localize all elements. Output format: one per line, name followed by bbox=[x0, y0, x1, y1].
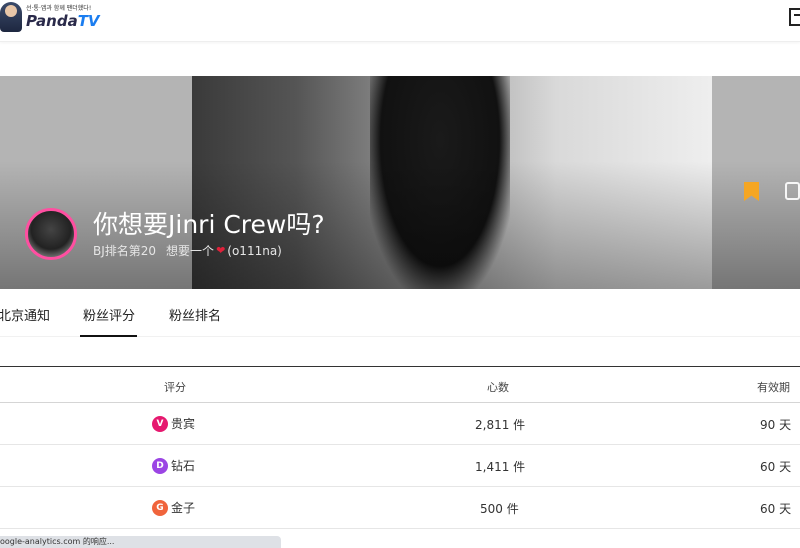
nickname-prefix: 想要一个 bbox=[166, 244, 215, 258]
top-header: 선·통·앱과 함께 팬더했다! PandaTV bbox=[0, 0, 800, 42]
tab-notice[interactable]: 北京通知 bbox=[0, 305, 50, 324]
hearts-cell: 500 件 bbox=[480, 502, 519, 516]
validity-cell: 60 天 bbox=[760, 460, 792, 474]
table-row: G 金子 500 件 60 天 bbox=[0, 487, 800, 529]
table-header: 评分 心数 有效期 bbox=[0, 366, 800, 403]
tab-fan-ranking[interactable]: 粉丝排名 bbox=[169, 305, 221, 324]
validity-cell: 60 天 bbox=[760, 502, 792, 516]
fan-grade-table: 评分 心数 有效期 V 贵宾 2,811 件 90 天 D 钻石 1,411 件… bbox=[0, 366, 800, 529]
vip-badge-icon: V bbox=[152, 415, 168, 432]
logo-brand-panda: Panda bbox=[26, 12, 78, 30]
grade-label: 金子 bbox=[171, 501, 196, 515]
hearts-cell: 2,811 件 bbox=[475, 418, 526, 432]
logo-mascot-icon bbox=[0, 2, 22, 32]
table-row: V 贵宾 2,811 件 90 天 bbox=[0, 403, 800, 445]
user-id: (o111na) bbox=[227, 243, 282, 258]
gold-badge-icon: G bbox=[152, 499, 168, 516]
table-row: D 钻石 1,411 件 60 天 bbox=[0, 445, 800, 487]
hearts-cell: 1,411 件 bbox=[475, 460, 526, 474]
tab-bar: 北京通知 粉丝评分 粉丝排名 bbox=[0, 289, 800, 337]
bj-rank: BJ排名第20 bbox=[93, 244, 157, 258]
grade-cell: G 金子 bbox=[152, 499, 195, 516]
logo-brand-tv: TV bbox=[77, 12, 100, 30]
share-icon[interactable] bbox=[785, 182, 800, 200]
pandatv-logo[interactable]: 선·통·앱과 함께 팬더했다! PandaTV bbox=[0, 2, 100, 32]
header-grade: 评分 bbox=[164, 381, 186, 394]
logo-text: 선·통·앱과 함께 팬더했다! PandaTV bbox=[26, 4, 100, 30]
diamond-badge-icon: D bbox=[152, 457, 168, 474]
validity-cell: 90 天 bbox=[760, 418, 792, 432]
header-validity: 有效期 bbox=[757, 381, 790, 394]
heart-icon: ❤ bbox=[216, 244, 226, 257]
channel-subtitle: BJ排名第20 想要一个 ❤ (o111na) bbox=[93, 242, 282, 259]
tab-fan-rating[interactable]: 粉丝评分 bbox=[80, 305, 137, 337]
grade-label: 贵宾 bbox=[171, 417, 196, 431]
channel-title: 你想要Jinri Crew吗? bbox=[93, 210, 325, 239]
browser-status-bar: oogle-analytics.com 的响应... bbox=[0, 536, 281, 548]
header-hearts: 心数 bbox=[487, 381, 509, 394]
profile-avatar[interactable] bbox=[25, 208, 77, 260]
grade-cell: D 钻石 bbox=[152, 457, 195, 474]
grade-cell: V 贵宾 bbox=[152, 415, 195, 432]
logo-brand: PandaTV bbox=[26, 13, 100, 30]
grade-label: 钻石 bbox=[171, 459, 196, 473]
menu-icon[interactable] bbox=[789, 8, 800, 26]
